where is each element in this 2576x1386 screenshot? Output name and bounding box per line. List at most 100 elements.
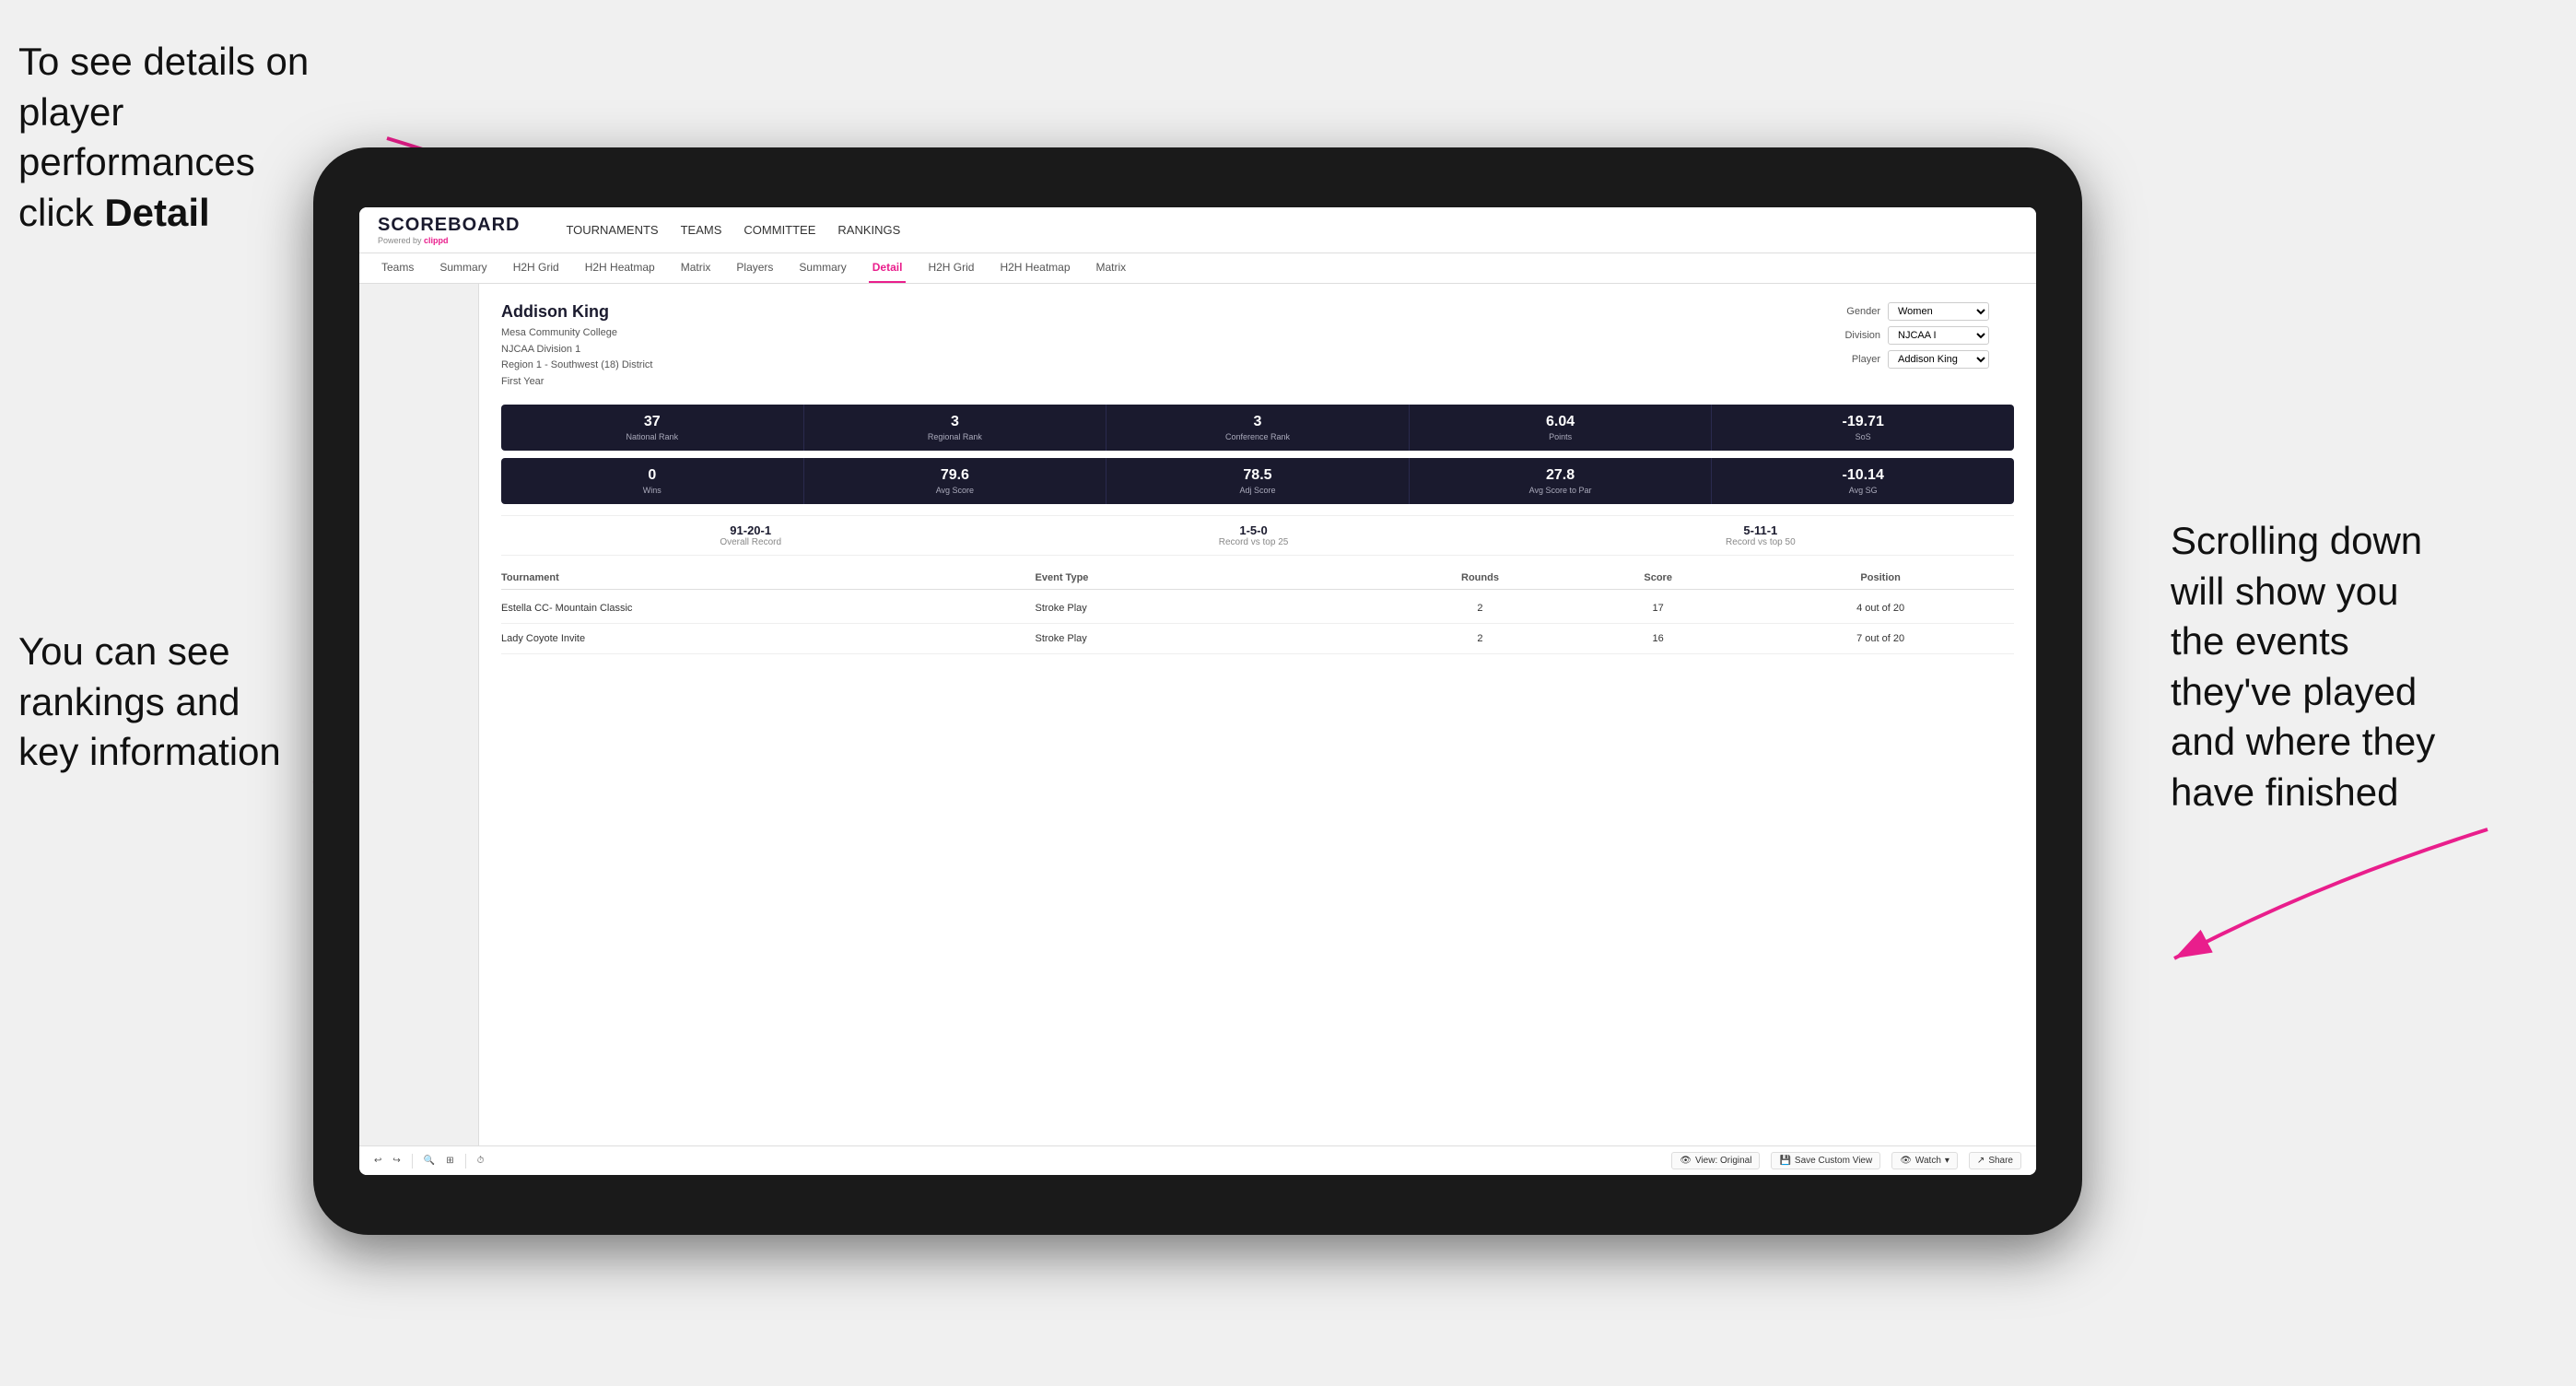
stat-conference-rank-label: Conference Rank (1114, 432, 1401, 441)
th-position: Position (1747, 572, 2014, 583)
filter-gender-select[interactable]: Women (1888, 302, 1989, 321)
stat-adj-score: 78.5 Adj Score (1107, 458, 1410, 504)
stats-row2: 0 Wins 79.6 Avg Score 78.5 Adj Score 27.… (501, 458, 2014, 504)
filter-division-select[interactable]: NJCAA I (1888, 326, 1989, 345)
subnav-h2h-grid2[interactable]: H2H Grid (924, 253, 978, 283)
subnav-teams[interactable]: Teams (378, 253, 417, 283)
stat-avg-score-par-value: 27.8 (1417, 467, 1704, 484)
stat-wins-label: Wins (509, 486, 796, 495)
stat-conference-rank: 3 Conference Rank (1107, 405, 1410, 451)
stat-adj-score-label: Adj Score (1114, 486, 1401, 495)
subnav-matrix2[interactable]: Matrix (1093, 253, 1130, 283)
annotation-topleft: To see details on player performances cl… (18, 37, 359, 238)
td-event-1: Stroke Play (1036, 603, 1391, 614)
view-original-button[interactable]: 👁 View: Original (1671, 1152, 1760, 1169)
table-row: Lady Coyote Invite Stroke Play 2 16 7 ou… (501, 624, 2014, 654)
nav-tournaments[interactable]: TOURNAMENTS (566, 219, 658, 241)
stat-national-rank-label: National Rank (509, 432, 796, 441)
filter-player-label: Player (1830, 354, 1880, 365)
stat-points-label: Points (1417, 432, 1704, 441)
player-name: Addison King (501, 302, 652, 322)
tablet-screen: SCOREBOARD Powered by clippd TOURNAMENTS… (359, 207, 2036, 1175)
logo-area: SCOREBOARD Powered by clippd (378, 215, 520, 245)
stat-sos-label: SoS (1719, 432, 2007, 441)
record-top25: 1-5-0 Record vs top 25 (1219, 523, 1289, 547)
annotation-bottomleft: You can see rankings and key information (18, 627, 359, 778)
td-tournament-2: Lady Coyote Invite (501, 633, 1036, 644)
td-position-2: 7 out of 20 (1747, 633, 2014, 644)
stat-avg-sg: -10.14 Avg SG (1712, 458, 2014, 504)
toolbar-clock-icon[interactable]: ⏱ (477, 1156, 485, 1166)
stat-avg-score-value: 79.6 (812, 467, 1099, 484)
record-top50-value: 5-11-1 (1726, 523, 1796, 537)
subnav-h2h-heatmap2[interactable]: H2H Heatmap (996, 253, 1073, 283)
player-year: First Year (501, 374, 652, 391)
stat-points-value: 6.04 (1417, 414, 1704, 430)
table-header: Tournament Event Type Rounds Score Posit… (501, 567, 2014, 590)
record-overall-label: Overall Record (720, 537, 781, 547)
toolbar-sep1 (412, 1154, 413, 1169)
record-overall: 91-20-1 Overall Record (720, 523, 781, 547)
record-top50-label: Record vs top 50 (1726, 537, 1796, 547)
subnav-matrix1[interactable]: Matrix (677, 253, 715, 283)
filter-player-select[interactable]: Addison King (1888, 350, 1989, 369)
player-info: Addison King Mesa Community College NJCA… (501, 302, 652, 390)
toolbar-fit-icon[interactable]: ⊞ (446, 1156, 453, 1166)
record-overall-value: 91-20-1 (720, 523, 781, 537)
subnav-summary1[interactable]: Summary (436, 253, 490, 283)
player-header: Addison King Mesa Community College NJCA… (501, 302, 2014, 390)
subnav-h2h-heatmap1[interactable]: H2H Heatmap (581, 253, 659, 283)
player-region: Region 1 - Southwest (18) District (501, 358, 652, 374)
filter-gender-row: Gender Women (1830, 302, 2014, 321)
logo-powered: Powered by clippd (378, 236, 520, 245)
stats-row1: 37 National Rank 3 Regional Rank 3 Confe… (501, 405, 2014, 451)
stat-adj-score-value: 78.5 (1114, 467, 1401, 484)
stat-avg-score-label: Avg Score (812, 486, 1099, 495)
nav-rankings[interactable]: RANKINGS (837, 219, 900, 241)
nav-bar: SCOREBOARD Powered by clippd TOURNAMENTS… (359, 207, 2036, 253)
watch-chevron: ▾ (1945, 1156, 1950, 1166)
player-college: Mesa Community College (501, 325, 652, 342)
table-row: Estella CC- Mountain Classic Stroke Play… (501, 593, 2014, 624)
subnav-h2h-grid1[interactable]: H2H Grid (509, 253, 563, 283)
filter-player-row: Player Addison King (1830, 350, 2014, 369)
records-row: 91-20-1 Overall Record 1-5-0 Record vs t… (501, 515, 2014, 556)
td-rounds-2: 2 (1391, 633, 1569, 644)
th-score: Score (1569, 572, 1747, 583)
stat-avg-score: 79.6 Avg Score (804, 458, 1107, 504)
td-score-1: 17 (1569, 603, 1747, 614)
th-tournament: Tournament (501, 572, 1036, 583)
nav-teams[interactable]: TEAMS (681, 219, 722, 241)
toolbar-redo-icon[interactable]: ↪ (392, 1156, 400, 1166)
stat-sos-value: -19.71 (1719, 414, 2007, 430)
stat-conference-rank-value: 3 (1114, 414, 1401, 430)
share-icon: ↗ (1977, 1156, 1985, 1166)
toolbar-zoom-icon[interactable]: 🔍 (424, 1156, 435, 1166)
nav-links: TOURNAMENTS TEAMS COMMITTEE RANKINGS (566, 219, 900, 241)
watch-button[interactable]: 👁 Watch ▾ (1891, 1152, 1958, 1169)
th-rounds: Rounds (1391, 572, 1569, 583)
filter-division-row: Division NJCAA I (1830, 326, 2014, 345)
sub-nav: Teams Summary H2H Grid H2H Heatmap Matri… (359, 253, 2036, 284)
stat-wins: 0 Wins (501, 458, 804, 504)
toolbar-undo-icon[interactable]: ↩ (374, 1156, 381, 1166)
player-division: NJCAA Division 1 (501, 342, 652, 358)
logo-scoreboard: SCOREBOARD (378, 215, 520, 236)
subnav-players[interactable]: Players (732, 253, 777, 283)
td-score-2: 16 (1569, 633, 1747, 644)
subnav-summary2[interactable]: Summary (795, 253, 849, 283)
sidebar (359, 284, 479, 1145)
subnav-detail[interactable]: Detail (869, 253, 907, 283)
save-custom-button[interactable]: 💾 Save Custom View (1771, 1152, 1880, 1169)
share-button[interactable]: ↗ Share (1969, 1152, 2021, 1169)
stat-regional-rank: 3 Regional Rank (804, 405, 1107, 451)
stat-national-rank: 37 National Rank (501, 405, 804, 451)
td-tournament-1: Estella CC- Mountain Classic (501, 603, 1036, 614)
filter-division-label: Division (1830, 330, 1880, 341)
bottom-toolbar: ↩ ↪ 🔍 ⊞ ⏱ 👁 View: Original 💾 Save Custom… (359, 1145, 2036, 1175)
stat-avg-sg-label: Avg SG (1719, 486, 2007, 495)
nav-committee[interactable]: COMMITTEE (744, 219, 815, 241)
stat-wins-value: 0 (509, 467, 796, 484)
stat-national-rank-value: 37 (509, 414, 796, 430)
player-detail: Addison King Mesa Community College NJCA… (479, 284, 2036, 1145)
